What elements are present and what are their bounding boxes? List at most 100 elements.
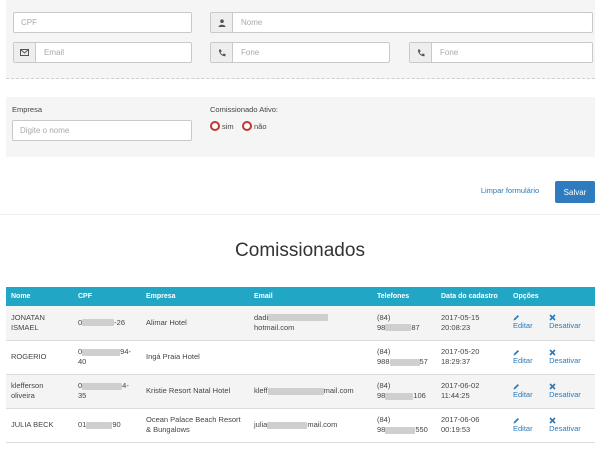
email-prefix: kleff xyxy=(254,386,268,395)
pencil-icon xyxy=(513,314,539,321)
save-button[interactable]: Salvar xyxy=(555,181,595,203)
cpf-suffix: -26 xyxy=(114,317,126,327)
cell-disable: Desativar xyxy=(544,306,595,340)
disable-button[interactable]: Desativar xyxy=(549,348,590,366)
tel-suffix: 106 xyxy=(413,391,426,400)
email-suffix: mail.com xyxy=(307,420,338,429)
edit-button[interactable]: Editar xyxy=(513,417,539,434)
cell-nome: klefferson oliveira xyxy=(11,381,44,400)
cell-nome: ROGERIO xyxy=(11,352,47,361)
page-title: Comissionados xyxy=(235,240,365,261)
cell-disable: Desativar xyxy=(544,374,595,408)
table-body: JONATAN ISMAEL 0 -26 Alimar Hotel dadihot… xyxy=(6,306,595,442)
header-empresa: Empresa xyxy=(146,293,176,300)
cell-telefones: (84) 988 57 xyxy=(372,340,436,374)
tel-suffix: 57 xyxy=(419,357,428,366)
cell-data-cadastro: 2017-06-06 00:19:53 xyxy=(436,408,508,442)
cadastro-time: 18:29:37 xyxy=(441,357,471,366)
phone-icon xyxy=(410,43,432,62)
radio-sim-circle[interactable] xyxy=(210,121,220,131)
disable-button[interactable]: Desativar xyxy=(549,382,590,400)
pencil-icon xyxy=(513,417,539,424)
edit-button[interactable]: Editar xyxy=(513,314,539,331)
redacted-cpf xyxy=(82,348,121,356)
radio-nao-label: não xyxy=(254,121,267,131)
cell-data-cadastro: 2017-05-15 20:08:23 xyxy=(436,306,508,340)
email-input[interactable] xyxy=(14,43,191,62)
cadastro-date: 2017-06-02 xyxy=(441,381,480,390)
table-row: ROGERIO 0 94-40 Ingá Praia Hotel (84) 988 5… xyxy=(6,340,595,374)
radio-sim[interactable]: sim xyxy=(210,121,234,131)
table-row: JULIA BECK 01 90 Ocean Palace Beach Resor… xyxy=(6,408,595,442)
table-row: JONATAN ISMAEL 0 -26 Alimar Hotel dadihot… xyxy=(6,306,595,340)
tel-prefix: 98 xyxy=(377,391,386,400)
phone-icon xyxy=(211,43,233,62)
cell-edit: Editar xyxy=(508,340,544,374)
cadastro-time: 11:44:25 xyxy=(441,391,470,400)
redacted-phone xyxy=(389,358,420,366)
cadastro-date: 2017-05-20 xyxy=(441,347,480,356)
redacted-cpf xyxy=(82,319,115,327)
header-email: Email xyxy=(254,293,273,300)
cadastro-date: 2017-05-15 xyxy=(441,312,480,322)
fone-field-1[interactable] xyxy=(210,42,390,63)
disable-button[interactable]: Desativar xyxy=(549,314,590,331)
nome-input[interactable] xyxy=(211,13,592,32)
cadastro-date: 2017-06-06 xyxy=(441,415,480,424)
cpf-input[interactable] xyxy=(14,13,191,32)
disable-label: Desativar xyxy=(549,423,581,433)
cpf-field[interactable] xyxy=(13,12,192,33)
fone-input-2[interactable] xyxy=(410,43,592,62)
empresa-input[interactable] xyxy=(13,121,191,140)
cell-cpf: 0 4-35 xyxy=(73,374,141,408)
cadastro-time: 20:08:23 xyxy=(441,322,471,332)
tel-ddd: (84) xyxy=(377,347,391,356)
radio-nao[interactable]: não xyxy=(242,121,267,131)
fone-input-1[interactable] xyxy=(211,43,389,62)
redacted-email xyxy=(268,314,329,322)
times-icon xyxy=(549,416,590,424)
fone-field-2[interactable] xyxy=(409,42,593,63)
clear-form-button[interactable]: Limpar formulário xyxy=(470,186,550,195)
tel-suffix: 550 xyxy=(415,425,428,434)
tel-prefix: 98 xyxy=(377,425,386,434)
filter-panel xyxy=(6,0,595,79)
tel-ddd: (84) xyxy=(377,415,391,424)
edit-label: Editar xyxy=(513,321,533,331)
disable-button[interactable]: Desativar xyxy=(549,416,590,434)
header-telefones: Telefones xyxy=(377,293,410,300)
redacted-cpf xyxy=(86,421,113,429)
header-cpf: CPF xyxy=(78,293,92,300)
cell-email: kleff mail.com xyxy=(249,374,372,408)
email-field[interactable] xyxy=(13,42,192,63)
cell-disable: Desativar xyxy=(544,408,595,442)
cell-edit: Editar xyxy=(508,408,544,442)
cell-edit: Editar xyxy=(508,306,544,340)
redacted-email xyxy=(267,421,308,429)
cpf-suffix: 90 xyxy=(112,420,121,429)
redacted-phone xyxy=(385,426,416,434)
radio-nao-circle[interactable] xyxy=(242,121,252,131)
cell-edit: Editar xyxy=(508,374,544,408)
header-nome: Nome xyxy=(11,293,31,300)
cell-data-cadastro: 2017-05-20 18:29:37 xyxy=(436,340,508,374)
nome-field[interactable] xyxy=(210,12,593,33)
times-icon xyxy=(549,382,590,390)
table-row: klefferson oliveira 0 4-35 Kristie Resort… xyxy=(6,374,595,408)
cell-telefones: (84) 98 106 xyxy=(372,374,436,408)
edit-button[interactable]: Editar xyxy=(513,383,539,400)
header-data-cadastro: Data do cadastro xyxy=(441,293,498,300)
user-icon xyxy=(211,13,233,32)
comissionado-label: Comissionado Ativo: xyxy=(210,105,278,114)
empresa-field[interactable] xyxy=(12,120,192,141)
disable-label: Desativar xyxy=(549,355,581,365)
tel-ddd: (84) xyxy=(377,312,391,322)
radio-sim-label: sim xyxy=(222,121,234,131)
email-prefix: dadi xyxy=(254,312,269,322)
comissionados-table: Nome CPF Empresa Email Telefones Data do… xyxy=(6,287,595,443)
cadastro-time: 00:19:53 xyxy=(441,425,471,434)
cell-cpf: 0 -26 xyxy=(73,306,141,340)
email-prefix: julia xyxy=(254,420,268,429)
cell-disable: Desativar xyxy=(544,340,595,374)
edit-button[interactable]: Editar xyxy=(513,349,539,366)
